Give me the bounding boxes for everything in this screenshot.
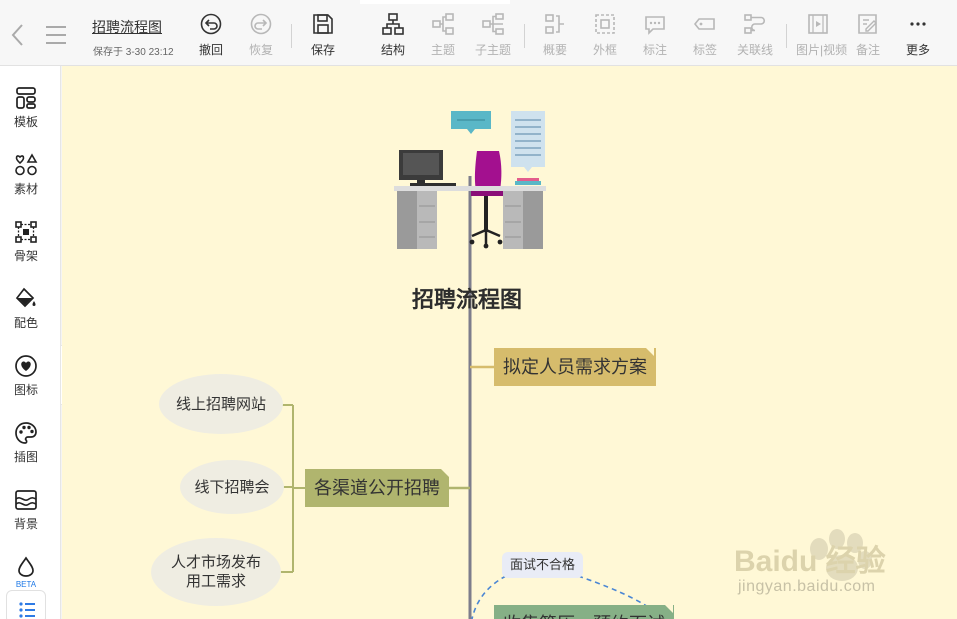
note-button[interactable]: 备注: [846, 12, 890, 60]
tag-icon: [693, 18, 715, 30]
sidebar-item-colors[interactable]: 配色: [0, 287, 52, 343]
template-icon: [16, 87, 36, 109]
topic-public-recruitment[interactable]: 各渠道公开招聘: [305, 469, 449, 507]
structure-button[interactable]: 结构: [371, 12, 415, 60]
image-video-label: 图片|视频: [796, 43, 848, 57]
video-icon: [808, 14, 828, 34]
background-image-icon: [15, 490, 37, 510]
frame-icon: [595, 14, 615, 34]
toolbar-divider: [291, 24, 292, 48]
tag-button[interactable]: 标签: [683, 12, 727, 60]
more-label: 更多: [905, 43, 930, 57]
leaf-text: 线下招聘会: [194, 478, 270, 496]
undo-icon: [200, 13, 222, 35]
outline-view-button[interactable]: [6, 590, 46, 619]
summary-icon: [545, 14, 564, 34]
list-icon: [19, 602, 35, 618]
frame-button[interactable]: 外框: [583, 12, 627, 60]
undo-label: 撤回: [198, 43, 223, 57]
paint-bucket-icon: [15, 287, 36, 308]
relation-line-label: 关联线: [736, 43, 773, 57]
speech-bubble-icon: [645, 16, 665, 35]
toolbar-divider: [524, 24, 525, 48]
leaf-talent-market[interactable]: 人才市场发布 用工需求: [151, 538, 281, 606]
sidebar-item-illustrations[interactable]: 插图: [0, 421, 52, 477]
beta-badge: BETA: [15, 580, 37, 589]
image-video-button[interactable]: 图片|视频: [796, 12, 848, 60]
sidebar-item-icons[interactable]: 图标: [0, 354, 52, 410]
topic-collect-resumes[interactable]: 收集简历，预约面试: [494, 605, 674, 619]
sidebar-label-templates: 模板: [13, 115, 38, 129]
leaf-text-line: 用工需求: [185, 573, 246, 590]
sidebar-item-skeleton[interactable]: 骨架: [0, 220, 52, 276]
save-label: 保存: [310, 43, 335, 57]
redo-label: 恢复: [248, 43, 273, 57]
save-status: 保存于 3-30 23:12: [93, 47, 174, 58]
relation-label[interactable]: 面试不合格: [502, 552, 584, 578]
mindmap-canvas[interactable]: 招聘流程图 拟定人员需求方案 各渠道公开招聘 收集简历，预约面试 线上招聘网站 …: [62, 66, 957, 619]
structure-label: 结构: [380, 43, 405, 57]
summary-button[interactable]: 概要: [533, 12, 577, 60]
topic-icon: [432, 13, 454, 35]
more-dots-icon: [910, 22, 926, 26]
watermark-url: jingyan.baidu.com: [738, 578, 876, 595]
heart-icon: [15, 355, 37, 377]
callout-button[interactable]: 标注: [633, 12, 677, 60]
sidebar-label-colors: 配色: [13, 316, 38, 330]
chevron-left-icon: [11, 24, 23, 46]
palette-icon: [15, 422, 37, 444]
topic-requirements-plan[interactable]: 拟定人员需求方案: [494, 348, 656, 386]
tab-strip: [360, 0, 510, 4]
callout-label: 标注: [642, 43, 667, 57]
menu-button[interactable]: [44, 24, 68, 46]
structure-icon: [382, 13, 404, 35]
note-label: 备注: [855, 43, 880, 57]
sidebar-label-skeleton: 骨架: [13, 249, 38, 263]
topic-label: 主题: [430, 43, 455, 57]
left-sidebar: 模板 素材 骨架 配色 图标 插图 背景 BETA: [0, 66, 61, 619]
note-edit-icon: [858, 14, 877, 34]
sidebar-label-icons: 图标: [13, 383, 38, 397]
topic-button[interactable]: 主题: [421, 12, 465, 60]
toolbar-divider: [786, 24, 787, 48]
root-topic[interactable]: 招聘流程图: [412, 282, 522, 314]
redo-button[interactable]: 恢复: [239, 12, 283, 60]
more-button[interactable]: 更多: [896, 12, 940, 60]
back-button[interactable]: [8, 22, 28, 48]
subtopic-button[interactable]: 子主题: [471, 12, 515, 60]
redo-icon: [250, 13, 272, 35]
tag-label: 标签: [692, 43, 717, 57]
shapes-icon: [15, 153, 38, 176]
hamburger-icon: [46, 26, 66, 44]
summary-label: 概要: [542, 43, 567, 57]
topic-corner-fold: [441, 469, 449, 477]
document-title[interactable]: 招聘流程图: [92, 17, 162, 37]
sidebar-item-templates[interactable]: 模板: [0, 86, 52, 142]
leaf-offline-job-fair[interactable]: 线下招聘会: [180, 460, 284, 514]
sidebar-item-background[interactable]: 背景: [0, 488, 52, 544]
relation-line-icon: [744, 14, 765, 34]
topic-corner-fold: [665, 605, 673, 613]
save-button[interactable]: 保存: [301, 12, 345, 60]
drop-icon: [18, 556, 34, 577]
undo-button[interactable]: 撤回: [189, 12, 233, 60]
subtopic-icon: [482, 13, 504, 35]
frame-label: 外框: [592, 43, 617, 57]
sidebar-label-materials: 素材: [13, 182, 38, 196]
floppy-disk-icon: [313, 14, 333, 34]
sidebar-label-background: 背景: [13, 517, 38, 531]
sidebar-label-illustrations: 插图: [13, 450, 38, 464]
leaf-online-job-sites[interactable]: 线上招聘网站: [159, 374, 283, 434]
leaf-text-line: 人才市场发布: [170, 554, 261, 571]
relation-line-button[interactable]: 关联线: [733, 12, 777, 60]
skeleton-icon: [15, 221, 37, 243]
top-toolbar: 招聘流程图 保存于 3-30 23:12 撤回 恢复 保存 结构 主题 子主题 …: [0, 0, 957, 66]
leaf-text-block: 人才市场发布 用工需求: [171, 553, 261, 591]
subtopic-label: 子主题: [474, 43, 511, 57]
watermark-brand: Baidu 经验: [734, 545, 886, 578]
topic-corner-fold: [646, 348, 654, 356]
sidebar-item-materials[interactable]: 素材: [0, 153, 52, 209]
leaf-text: 线上招聘网站: [175, 395, 266, 413]
